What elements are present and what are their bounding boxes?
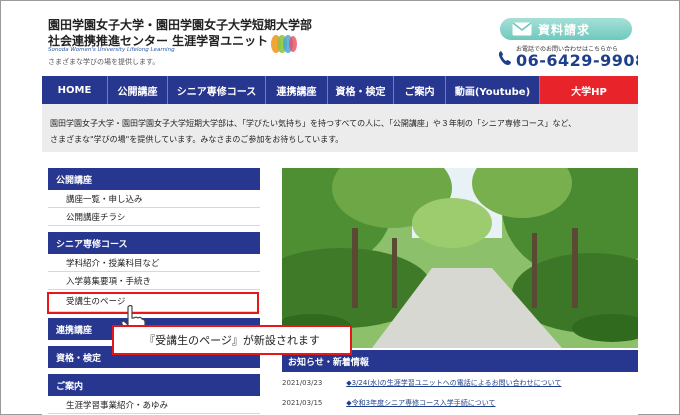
announcement-callout: 『受講生のページ』が新設されます: [112, 325, 352, 355]
phone-number[interactable]: 06-6429-9908: [516, 51, 638, 70]
request-materials-button[interactable]: 資料請求: [500, 18, 632, 40]
highlight-box: [47, 292, 259, 314]
site-header: 園田学園女子大学・園田学園女子大学短期大学部 社会連携推進センター 生涯学習ユニ…: [42, 4, 638, 74]
news-date: 2021/03/23: [282, 379, 323, 387]
university-name: 園田学園女子大学・園田学園女子大学短期大学部: [48, 18, 313, 32]
nav-guide[interactable]: ご案内: [394, 76, 446, 104]
sidebar-menu: 公開講座 講座一覧・申し込み 公開講座チラシ シニア専修コース 学科紹介・授業科…: [48, 168, 260, 414]
nav-home[interactable]: HOME: [42, 76, 108, 104]
sidebar-head-senior-course[interactable]: シニア専修コース: [48, 232, 260, 254]
intro-line-2: さまざまな"学びの場"を提供しています。みなさまのご参加をお待ちしています。: [50, 135, 344, 144]
phone-icon: [498, 51, 511, 65]
campus-tree-photo: [282, 168, 638, 348]
nav-university-hp[interactable]: 大学HP: [540, 76, 638, 104]
sidebar-item-departments[interactable]: 学科紹介・授業科目など: [48, 254, 260, 272]
mail-icon: [512, 22, 532, 36]
sidebar-item-history[interactable]: 生涯学習事業紹介・あゆみ: [48, 396, 260, 414]
nav-senior-course[interactable]: シニア専修コース: [168, 76, 266, 104]
intro-text: 園田学園女子大学・園田学園女子大学短期大学部は、「学びたい気持ち」を持つすべての…: [42, 104, 638, 152]
nav-qualifications[interactable]: 資格・検定: [328, 76, 394, 104]
news-item[interactable]: 2021/03/15 ◆令和3年度シニア専修コース入学手続について: [282, 398, 638, 408]
news-item[interactable]: 2021/03/23 ◆3/24(水)の生涯学習ユニットへの電話によるお問い合わ…: [282, 378, 638, 388]
news-link[interactable]: ◆3/24(水)の生涯学習ユニットへの電話によるお問い合わせについて: [346, 379, 561, 387]
sidebar-head-guide[interactable]: ご案内: [48, 374, 260, 396]
main-nav: HOME 公開講座 シニア専修コース 連携講座 資格・検定 ご案内 動画(You…: [42, 76, 638, 104]
nav-public-lectures[interactable]: 公開講座: [108, 76, 168, 104]
request-materials-label: 資料請求: [538, 22, 591, 37]
unit-logo-icon: [271, 35, 297, 53]
news-date: 2021/03/15: [282, 399, 323, 407]
nav-partnership-lectures[interactable]: 連携講座: [266, 76, 328, 104]
sidebar-head-public-lectures[interactable]: 公開講座: [48, 168, 260, 190]
sidebar-item-lecture-flyer[interactable]: 公開講座チラシ: [48, 208, 260, 226]
nav-youtube[interactable]: 動画(Youtube): [446, 76, 540, 104]
news-link[interactable]: ◆令和3年度シニア専修コース入学手続について: [346, 399, 495, 407]
tagline: さまざまな学びの場を提供します。: [48, 58, 160, 66]
intro-line-1: 園田学園女子大学・園田学園女子大学短期大学部は、「学びたい気持ち」を持つすべての…: [50, 119, 577, 128]
english-name: Sonoda Women's University Lifelong Learn…: [48, 47, 175, 53]
sidebar-item-admission[interactable]: 入学募集要項・手続き: [48, 272, 260, 290]
sidebar-item-lecture-list[interactable]: 講座一覧・申し込み: [48, 190, 260, 208]
